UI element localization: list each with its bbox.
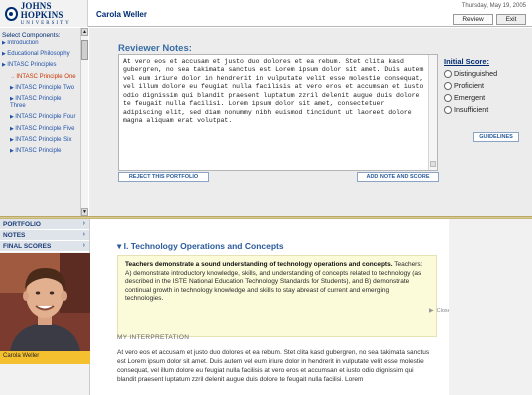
score-option-insufficient[interactable]: Insufficient	[444, 105, 488, 114]
content-side-strip	[449, 219, 532, 395]
scroll-thumb[interactable]	[81, 40, 88, 60]
score-option-proficient[interactable]: Proficient	[444, 81, 484, 90]
score-option-label: Proficient	[454, 81, 484, 90]
university-seal-icon	[5, 6, 18, 21]
exit-button[interactable]: Exit	[496, 14, 526, 25]
header-date: Thursday, May 19, 2005	[461, 3, 526, 9]
chevron-right-icon: ›	[82, 242, 85, 249]
collapse-triangle-icon[interactable]: ▾	[117, 241, 124, 251]
reviewer-notes-textarea[interactable]: At vero eos et accusam et justo duo dolo…	[118, 54, 438, 171]
guidelines-button[interactable]: GUIDELINES	[473, 132, 519, 142]
nav-portfolio-label: PORTFOLIO	[3, 220, 41, 228]
standard-description: Teachers demonstrate a sound understandi…	[117, 255, 437, 337]
radio-icon[interactable]	[444, 93, 452, 102]
initial-score-title: Initial Score:	[444, 57, 490, 66]
scroll-down-icon[interactable]: ▼	[81, 208, 88, 216]
radio-icon[interactable]	[444, 81, 452, 90]
component-item[interactable]: → INTASC Principle One	[0, 74, 80, 85]
chevron-right-icon: ›	[82, 220, 85, 227]
resize-grip-icon[interactable]	[430, 161, 436, 167]
section-title[interactable]: ▾ I. Technology Operations and Concepts	[117, 241, 284, 252]
user-photo	[0, 253, 90, 351]
component-item[interactable]: ▶ INTASC Principle Two	[0, 85, 80, 96]
standard-content: ▾ I. Technology Operations and Concepts …	[91, 219, 532, 395]
component-item[interactable]: ▶ INTASC Principle Four	[0, 114, 80, 125]
app-header: JOHNS HOPKINS UNIVERSITY Carola Weller T…	[0, 0, 532, 27]
reviewer-notes-panel: Reviewer Notes: At vero eos et accusam e…	[89, 28, 532, 216]
component-item[interactable]: ▶ INTASC Principle	[0, 148, 80, 159]
logo: JOHNS HOPKINS UNIVERSITY	[0, 0, 88, 27]
logo-line1: JOHNS HOPKINS	[20, 0, 64, 20]
component-item-label: INTASC Principle Five	[15, 125, 75, 132]
component-item-label: INTASC Principle One	[16, 73, 76, 80]
header-user-name: Carola Weller	[96, 10, 147, 19]
component-item-label: INTASC Principles	[7, 62, 57, 69]
photo-caption: Carola Weller	[0, 351, 90, 364]
component-scrollbar[interactable]: ▲ ▼	[80, 28, 88, 216]
close-arrow-icon: ▶	[429, 308, 434, 314]
component-item[interactable]: ▶ INTASC Principle Three	[0, 96, 80, 114]
interpretation-text: At vero eos et accusam et justo duo dolo…	[117, 349, 430, 383]
chevron-right-icon: ›	[82, 231, 85, 238]
component-nav: Select Components: ▶ Introduction ▶ Educa…	[0, 28, 88, 216]
section-title-text: I. Technology Operations and Concepts	[123, 241, 284, 251]
component-list: ▶ Introduction ▶ Educational Philosophy ▶ …	[0, 40, 80, 216]
portfolio-nav: PORTFOLIO › NOTES › FINAL SCORES › Carol…	[0, 219, 90, 395]
component-item-label: Educational Philosophy	[7, 51, 70, 58]
component-item[interactable]: ▶ INTASC Principle Five	[0, 126, 80, 137]
nav-notes-label: NOTES	[3, 231, 26, 239]
radio-icon[interactable]	[444, 69, 452, 78]
reviewer-notes-title: Reviewer Notes:	[118, 43, 192, 54]
score-option-emergent[interactable]: Emergent	[444, 93, 485, 102]
add-note-score-button[interactable]: ADD NOTE AND SCORE	[357, 172, 439, 182]
component-item[interactable]: ▶ INTASC Principles	[0, 62, 80, 73]
nav-notes[interactable]: NOTES ›	[0, 230, 89, 241]
score-option-distinguished[interactable]: Distinguished	[444, 69, 497, 78]
reject-portfolio-button[interactable]: REJECT THIS PORTFOLIO	[118, 172, 209, 182]
reviewer-notes-text: At vero eos et accusam et justo duo dolo…	[123, 58, 424, 125]
component-item[interactable]: ▶ INTASC Principle Six	[0, 137, 80, 148]
score-option-label: Distinguished	[454, 69, 498, 78]
radio-icon[interactable]	[444, 105, 452, 114]
component-item-label: INTASC Principle Two	[15, 84, 75, 91]
nav-portfolio[interactable]: PORTFOLIO ›	[0, 219, 89, 230]
component-item-label: Introduction	[7, 40, 39, 46]
component-item-label: INTASC Principle Four	[15, 114, 76, 121]
scroll-up-icon[interactable]: ▲	[81, 28, 88, 36]
close-link[interactable]: ▶ Close	[429, 307, 451, 315]
score-option-label: Insufficient	[454, 105, 489, 114]
component-item-label: INTASC Principle	[15, 147, 62, 154]
standard-bold-text: Teachers demonstrate a sound understandi…	[125, 261, 393, 268]
nav-final-scores[interactable]: FINAL SCORES ›	[0, 241, 89, 252]
component-item-label: INTASC Principle Three	[10, 95, 62, 110]
score-option-label: Emergent	[454, 93, 486, 102]
component-item[interactable]: ▶ Educational Philosophy	[0, 51, 80, 62]
notes-scrollbar[interactable]	[428, 55, 437, 170]
nav-final-scores-label: FINAL SCORES	[3, 242, 52, 250]
interpretation-label: MY INTERPRETATION	[117, 334, 190, 341]
component-item-label: INTASC Principle Six	[15, 136, 72, 143]
component-nav-title: Select Components:	[2, 32, 61, 39]
review-button[interactable]: Review	[453, 14, 493, 25]
component-item[interactable]: ▶ Introduction	[0, 40, 80, 51]
logo-line2: UNIVERSITY	[20, 20, 71, 26]
